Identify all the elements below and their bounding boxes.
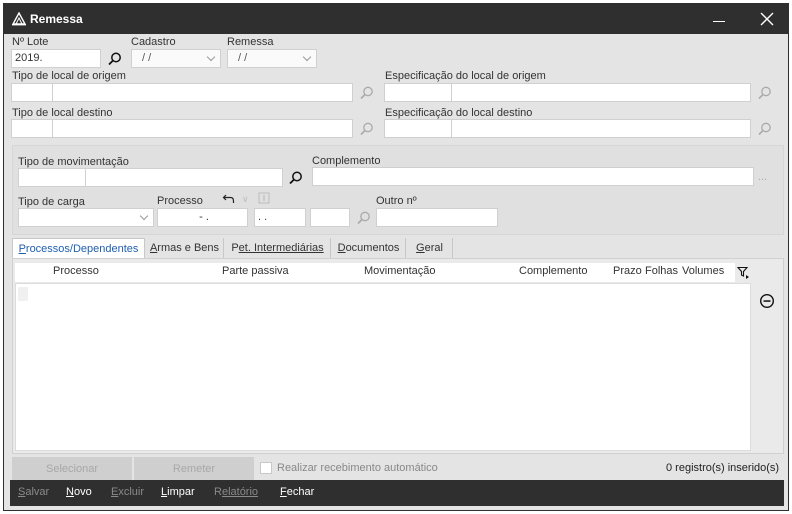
tipo-destino-code-input[interactable] xyxy=(11,119,53,138)
complemento-ellipsis-button[interactable]: ... xyxy=(758,171,767,183)
espec-origem-desc-input[interactable] xyxy=(451,83,751,102)
column-prazo[interactable]: Prazo xyxy=(613,265,642,277)
limpar-button[interactable]: Limpar xyxy=(161,486,195,498)
remessa-label: Remessa xyxy=(227,36,274,48)
novo-button[interactable]: Novo xyxy=(66,486,92,498)
outro-label: Outro nº xyxy=(376,195,417,207)
tipo-origem-label: Tipo de local de origem xyxy=(12,70,126,82)
lote-label: Nº Lote xyxy=(12,36,49,48)
fechar-button[interactable]: Fechar xyxy=(280,486,314,498)
processo-dropdown-chevron[interactable]: ∨ xyxy=(242,194,249,205)
tipo-mov-code-input[interactable] xyxy=(18,168,86,187)
tipo-origem-code-input[interactable] xyxy=(11,83,53,102)
tipo-carga-select[interactable] xyxy=(18,208,154,227)
column-movimentacao[interactable]: Movimentação xyxy=(364,265,436,277)
column-complemento[interactable]: Complemento xyxy=(519,265,587,277)
undo-icon[interactable] xyxy=(222,192,236,206)
title-bar: Remessa xyxy=(4,4,788,34)
tipo-mov-label: Tipo de movimentação xyxy=(18,156,129,168)
selecionar-button[interactable]: Selecionar xyxy=(12,457,132,481)
processo-label: Processo xyxy=(157,195,203,207)
cadastro-date-picker[interactable]: / / xyxy=(131,49,221,68)
row-selector[interactable] xyxy=(18,287,28,301)
lote-input[interactable]: 2019. xyxy=(11,49,101,68)
status-text: 0 registro(s) inserido(s) xyxy=(666,462,780,474)
search-icon[interactable] xyxy=(757,121,773,137)
search-icon[interactable] xyxy=(359,85,375,101)
tipo-destino-label: Tipo de local destino xyxy=(12,107,113,119)
espec-origem-code-input[interactable] xyxy=(384,83,452,102)
cadastro-label: Cadastro xyxy=(131,36,176,48)
remeter-button[interactable]: Remeter xyxy=(134,457,254,481)
remessa-date-picker[interactable]: / / xyxy=(227,49,317,68)
remessa-window: Remessa Nº Lote 2019. Cadastro / / Remes… xyxy=(3,3,789,511)
search-icon[interactable] xyxy=(356,210,372,226)
processo-year-input[interactable]: . . xyxy=(254,208,306,227)
remove-icon[interactable] xyxy=(759,293,775,309)
tab-processos-dependentes[interactable]: Processos/Dependentes xyxy=(12,238,145,258)
close-icon[interactable] xyxy=(752,4,782,34)
filter-icon[interactable] xyxy=(737,266,751,280)
processos-grid: Processo Parte passiva Movimentação Comp… xyxy=(12,258,784,454)
relatorio-button[interactable]: Relatório xyxy=(214,486,258,498)
column-parte-passiva[interactable]: Parte passiva xyxy=(222,265,289,277)
complemento-label: Complemento xyxy=(312,155,381,167)
minimize-icon[interactable] xyxy=(704,4,734,34)
espec-destino-code-input[interactable] xyxy=(384,119,452,138)
tab-geral[interactable]: Geral xyxy=(407,238,453,258)
column-volumes[interactable]: Volumes xyxy=(682,265,724,277)
processo-seq-input[interactable] xyxy=(310,208,350,227)
tipo-carga-label: Tipo de carga xyxy=(18,196,85,208)
excluir-button[interactable]: Excluir xyxy=(111,486,144,498)
action-bar: Selecionar Remeter Realizar recebimento … xyxy=(12,457,784,481)
app-icon xyxy=(11,12,27,26)
info-icon[interactable] xyxy=(258,192,270,204)
complemento-input[interactable] xyxy=(312,167,754,186)
tipo-origem-desc-input[interactable] xyxy=(52,83,353,102)
tab-pet-intermediarias[interactable]: Pet. Intermediárias xyxy=(225,238,331,258)
search-icon[interactable] xyxy=(107,51,123,67)
search-icon[interactable] xyxy=(288,170,304,186)
salvar-button[interactable]: Salvar xyxy=(18,486,49,498)
search-icon[interactable] xyxy=(359,121,375,137)
recebimento-automatico-label: Realizar recebimento automático xyxy=(277,462,438,474)
window-title: Remessa xyxy=(30,12,83,26)
recebimento-automatico-checkbox[interactable] xyxy=(260,462,272,474)
search-icon[interactable] xyxy=(757,85,773,101)
espec-destino-label: Especificação do local destino xyxy=(385,107,533,119)
column-folhas[interactable]: Folhas xyxy=(645,265,678,277)
movimentacao-panel: Tipo de movimentação Complemento ... Tip… xyxy=(12,145,784,235)
grid-header: Processo Parte passiva Movimentação Comp… xyxy=(15,263,735,282)
tipo-destino-desc-input[interactable] xyxy=(52,119,353,138)
espec-origem-label: Especificação do local de origem xyxy=(385,70,546,82)
grid-body[interactable] xyxy=(15,283,751,451)
tab-armas-bens[interactable]: Armas e Bens xyxy=(146,238,224,258)
processo-number-input[interactable]: - . xyxy=(157,208,248,227)
column-processo[interactable]: Processo xyxy=(53,265,99,277)
outro-numero-input[interactable] xyxy=(376,208,498,227)
footer-toolbar: Salvar Novo Excluir Limpar Relatório Fec… xyxy=(10,480,784,506)
espec-destino-desc-input[interactable] xyxy=(451,119,751,138)
tab-documentos[interactable]: Documentos xyxy=(332,238,406,258)
tipo-mov-desc-input[interactable] xyxy=(85,168,283,187)
